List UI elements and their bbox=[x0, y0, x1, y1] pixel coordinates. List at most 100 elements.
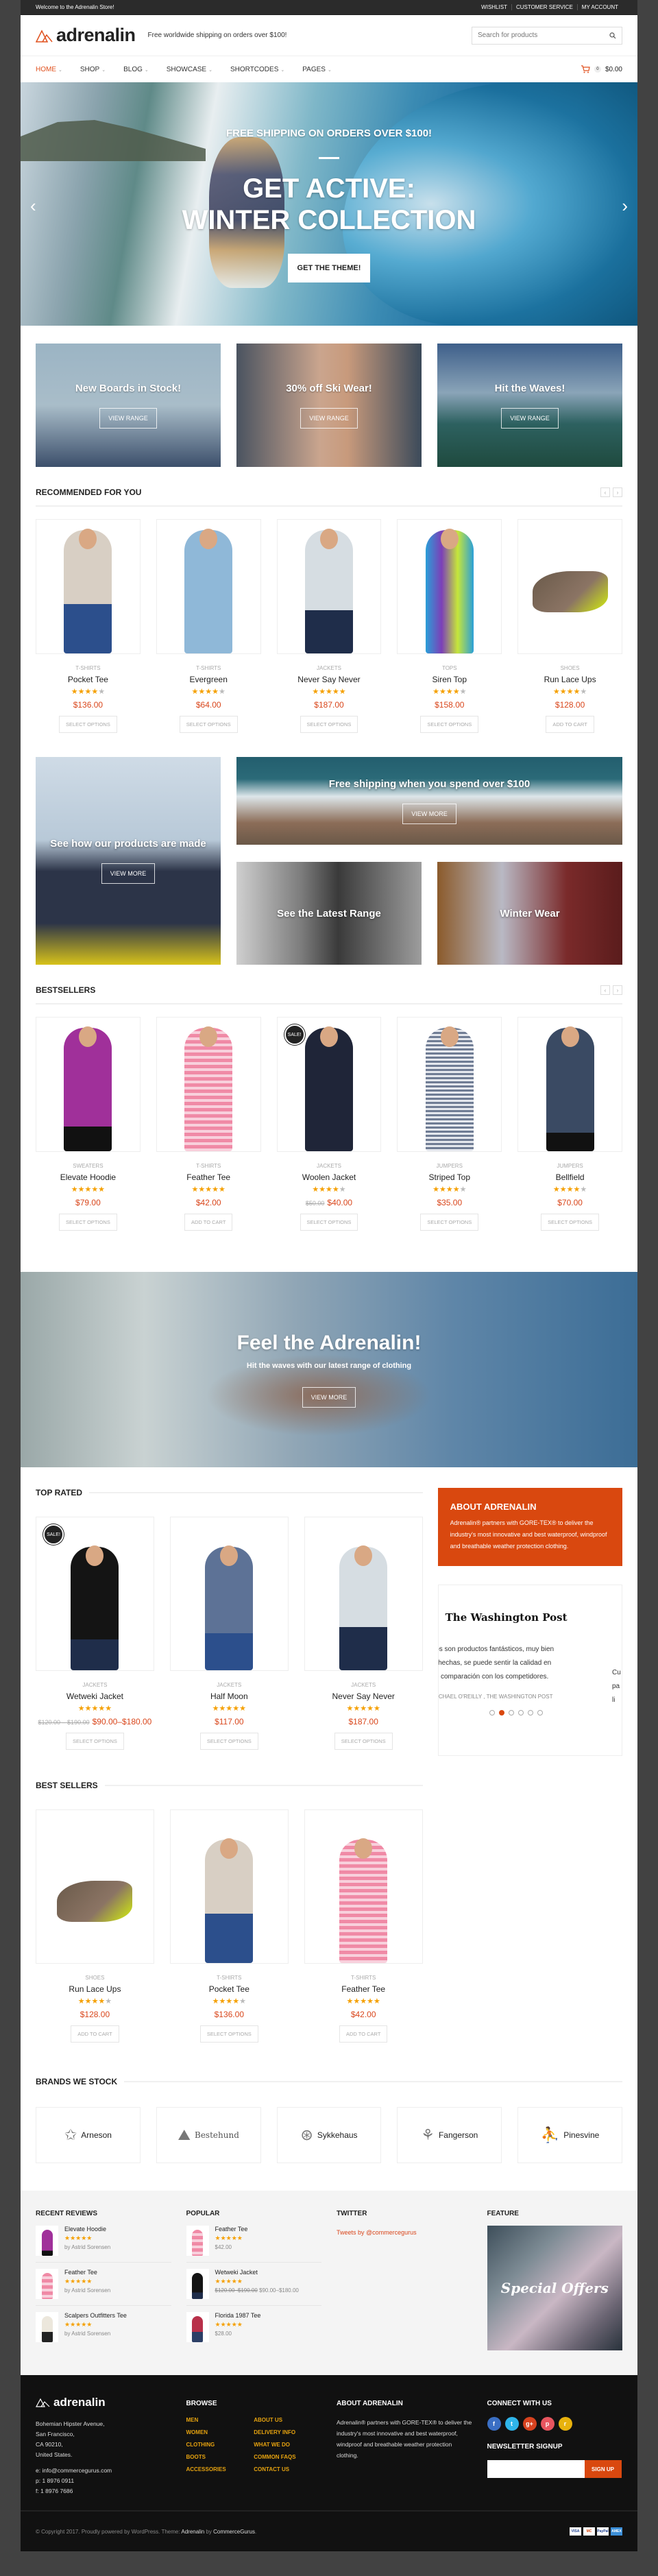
brand-pinesvine[interactable]: ⛹ Pinesvine bbox=[517, 2107, 622, 2163]
view-range-button[interactable]: VIEW RANGE bbox=[501, 407, 559, 429]
product-name[interactable]: Striped Top bbox=[397, 1172, 502, 1182]
product-category[interactable]: TOPS bbox=[397, 665, 502, 671]
theme-link[interactable]: Adrenalin bbox=[181, 2529, 204, 2535]
view-range-button[interactable]: VIEW RANGE bbox=[300, 407, 358, 429]
product-category[interactable]: T-SHIRTS bbox=[304, 1975, 423, 1981]
product-category[interactable]: T-SHIRTS bbox=[156, 665, 261, 671]
search-icon[interactable] bbox=[609, 32, 616, 39]
product-category[interactable]: JACKETS bbox=[304, 1682, 423, 1688]
view-range-button[interactable]: VIEW RANGE bbox=[99, 407, 157, 429]
product-action-button[interactable]: SELECT OPTIONS bbox=[541, 1214, 600, 1231]
product-thumbnail[interactable] bbox=[36, 2312, 58, 2342]
carousel-next-icon[interactable]: › bbox=[613, 985, 622, 995]
facebook-icon[interactable]: f bbox=[487, 2417, 501, 2431]
product-category[interactable]: SWEATERS bbox=[36, 1163, 141, 1169]
product-image[interactable]: SALE! bbox=[276, 1017, 382, 1152]
product-image[interactable] bbox=[156, 1017, 261, 1152]
product-thumbnail[interactable] bbox=[186, 2312, 209, 2342]
product-category[interactable]: JACKETS bbox=[277, 665, 382, 671]
product-image[interactable] bbox=[36, 1809, 154, 1964]
widget-item-title[interactable]: Florida 1987 Tee bbox=[215, 2312, 261, 2319]
product-name[interactable]: Feather Tee bbox=[304, 1984, 423, 1994]
search-input[interactable] bbox=[478, 32, 601, 39]
author-link[interactable]: CommerceGurus bbox=[213, 2529, 255, 2535]
site-logo[interactable]: adrenalin bbox=[36, 25, 136, 46]
product-image[interactable] bbox=[397, 1017, 502, 1152]
widget-item-title[interactable]: Scalpers Outfitters Tee bbox=[64, 2312, 127, 2319]
google-plus-icon[interactable]: g+ bbox=[522, 2417, 537, 2431]
product-name[interactable]: Pocket Tee bbox=[170, 1984, 289, 1994]
product-category[interactable]: T-SHIRTS bbox=[170, 1975, 289, 1981]
mosaic-tile-winter-wear[interactable]: Winter Wear bbox=[437, 862, 622, 965]
product-category[interactable]: SHOES bbox=[517, 665, 622, 671]
product-action-button[interactable]: SELECT OPTIONS bbox=[65, 1733, 124, 1750]
customer-service-link[interactable]: CUSTOMER SERVICE bbox=[511, 4, 577, 10]
footer-browse-link[interactable]: CONTACT US bbox=[254, 2466, 321, 2472]
slider-dot[interactable] bbox=[509, 1710, 515, 1716]
carousel-prev-icon[interactable]: ‹ bbox=[600, 985, 610, 995]
slider-dot[interactable] bbox=[537, 1710, 544, 1716]
footer-browse-link[interactable]: ACCESSORIES bbox=[186, 2466, 254, 2472]
product-action-button[interactable]: SELECT OPTIONS bbox=[58, 716, 117, 733]
widget-item-title[interactable]: Feather Tee bbox=[215, 2226, 248, 2232]
product-category[interactable]: JACKETS bbox=[36, 1682, 154, 1688]
product-action-button[interactable]: ADD TO CART bbox=[184, 1214, 233, 1231]
mosaic-tile-free-shipping[interactable]: Free shipping when you spend over $100 V… bbox=[236, 757, 622, 845]
newsletter-email-input[interactable] bbox=[487, 2460, 585, 2478]
product-action-button[interactable]: SELECT OPTIONS bbox=[300, 1214, 358, 1231]
product-name[interactable]: Bellfield bbox=[517, 1172, 622, 1182]
product-action-button[interactable]: SELECT OPTIONS bbox=[58, 1214, 117, 1231]
get-theme-button[interactable]: GET THE THEME! bbox=[287, 254, 371, 282]
product-image[interactable] bbox=[397, 519, 502, 654]
product-action-button[interactable]: SELECT OPTIONS bbox=[300, 716, 358, 733]
nav-shortcodes[interactable]: SHORTCODES ⌄ bbox=[230, 66, 284, 73]
widget-item-title[interactable]: Feather Tee bbox=[64, 2269, 110, 2276]
footer-browse-link[interactable]: BOOTS bbox=[186, 2454, 254, 2460]
nav-home[interactable]: HOME ⌄ bbox=[36, 66, 62, 73]
widget-item-title[interactable]: Wetweki Jacket bbox=[215, 2269, 299, 2276]
product-image[interactable] bbox=[517, 1017, 622, 1152]
product-action-button[interactable]: ADD TO CART bbox=[546, 716, 594, 733]
product-action-button[interactable]: SELECT OPTIONS bbox=[420, 716, 479, 733]
wishlist-link[interactable]: WISHLIST bbox=[477, 4, 511, 10]
product-image[interactable] bbox=[36, 1017, 141, 1152]
product-category[interactable]: JACKETS bbox=[277, 1163, 382, 1169]
brand-arneson[interactable]: ✩ Arneson bbox=[36, 2107, 141, 2163]
slider-dot[interactable] bbox=[499, 1710, 505, 1716]
rss-icon[interactable]: r bbox=[558, 2417, 572, 2431]
footer-logo[interactable]: adrenalin bbox=[36, 2396, 171, 2409]
nav-showcase[interactable]: SHOWCASE ⌄ bbox=[167, 66, 212, 73]
product-name[interactable]: Run Lace Ups bbox=[36, 1984, 154, 1994]
slider-next-icon[interactable]: › bbox=[622, 195, 628, 217]
product-category[interactable]: JUMPERS bbox=[517, 1163, 622, 1169]
product-image[interactable] bbox=[169, 1517, 289, 1671]
cart-button[interactable]: 0 $0.00 bbox=[581, 65, 622, 73]
view-more-button[interactable]: VIEW MORE bbox=[302, 1387, 356, 1408]
product-image[interactable]: SALE! bbox=[36, 1517, 154, 1671]
product-name[interactable]: Pocket Tee bbox=[36, 675, 141, 684]
product-thumbnail[interactable] bbox=[186, 2226, 209, 2256]
mosaic-tile-latest-range[interactable]: See the Latest Range bbox=[236, 862, 422, 965]
product-action-button[interactable]: SELECT OPTIONS bbox=[334, 1733, 393, 1750]
product-action-button[interactable]: SELECT OPTIONS bbox=[179, 716, 238, 733]
product-image[interactable] bbox=[304, 1517, 423, 1671]
nav-blog[interactable]: BLOG ⌄ bbox=[123, 66, 149, 73]
product-category[interactable]: T-SHIRTS bbox=[36, 665, 141, 671]
slider-dot[interactable] bbox=[528, 1710, 534, 1716]
product-thumbnail[interactable] bbox=[36, 2226, 58, 2256]
product-category[interactable]: JACKETS bbox=[170, 1682, 289, 1688]
product-action-button[interactable]: ADD TO CART bbox=[71, 2025, 119, 2043]
special-offers-image[interactable]: Special Offers bbox=[487, 2226, 622, 2350]
product-category[interactable]: SHOES bbox=[36, 1975, 154, 1981]
product-name[interactable]: Evergreen bbox=[156, 675, 261, 684]
product-name[interactable]: Feather Tee bbox=[156, 1172, 261, 1182]
widget-item-title[interactable]: Elevate Hoodie bbox=[64, 2226, 110, 2232]
promo-tile[interactable]: New Boards in Stock! VIEW RANGE bbox=[36, 344, 221, 467]
product-name[interactable]: Elevate Hoodie bbox=[36, 1172, 141, 1182]
footer-browse-link[interactable]: ABOUT US bbox=[254, 2417, 321, 2423]
product-image[interactable] bbox=[304, 1809, 423, 1964]
footer-browse-link[interactable]: WHAT WE DO bbox=[254, 2442, 321, 2448]
footer-browse-link[interactable]: DELIVERY INFO bbox=[254, 2429, 321, 2435]
product-image[interactable] bbox=[169, 1809, 289, 1964]
promo-tile[interactable]: 30% off Ski Wear! VIEW RANGE bbox=[236, 344, 422, 467]
